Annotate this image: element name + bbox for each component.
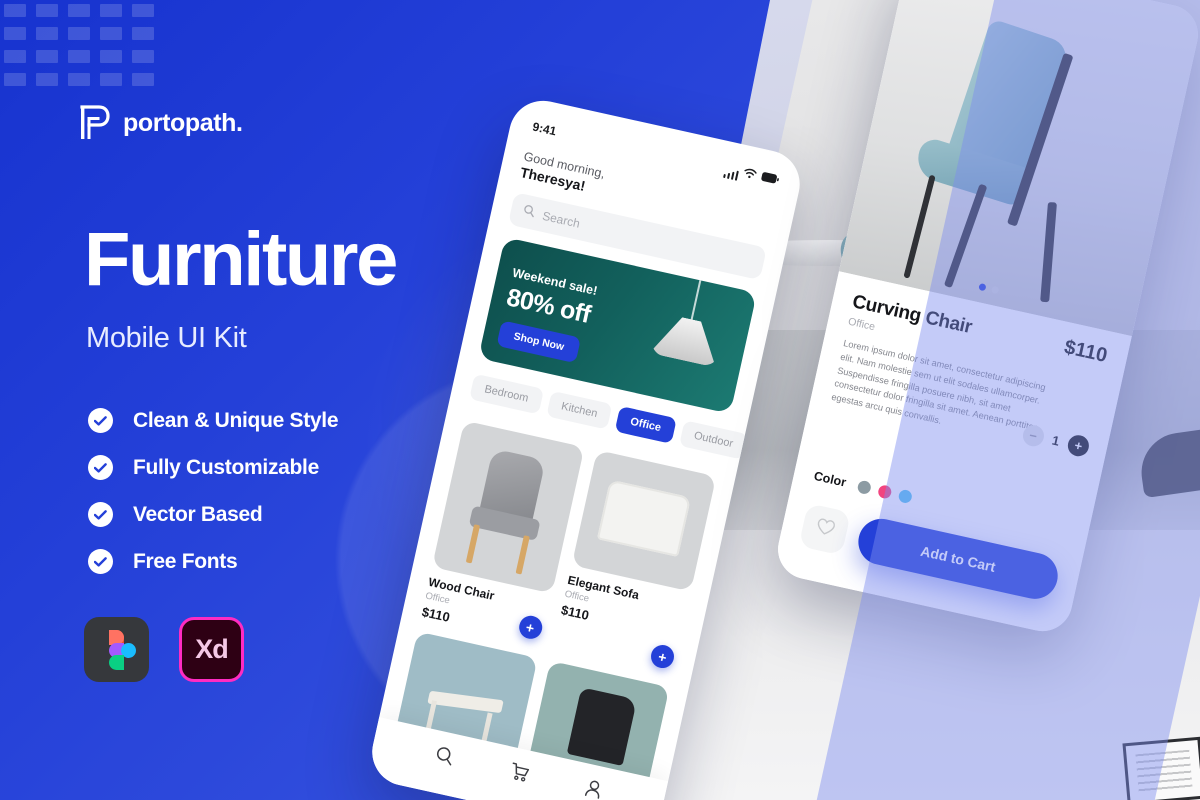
product-card[interactable]: Wood Chair Office $110 + — [420, 420, 584, 646]
category-chip-bedroom[interactable]: Bedroom — [469, 373, 544, 415]
brand-logo: portopath. — [78, 104, 243, 142]
black-chair-illustration — [566, 687, 637, 767]
color-swatch-blue[interactable] — [897, 488, 913, 504]
nav-cart-icon[interactable] — [506, 761, 531, 789]
check-circle-icon — [88, 455, 113, 480]
adobe-xd-badge: Xd — [179, 617, 244, 682]
list-item: Free Fonts — [88, 549, 338, 574]
product-image — [571, 449, 717, 592]
shop-now-button[interactable]: Shop Now — [496, 320, 582, 364]
detail-price: $110 — [1062, 336, 1110, 367]
figma-shape — [109, 655, 124, 670]
product-image — [431, 420, 584, 594]
portopath-p-mark — [78, 104, 110, 142]
category-chip-office[interactable]: Office — [614, 406, 677, 444]
battery-icon — [759, 168, 780, 189]
detail-chair-leg — [903, 174, 936, 279]
brand-name: portopath. — [123, 108, 243, 137]
list-item: Clean & Unique Style — [88, 408, 339, 433]
add-to-cart-button[interactable]: Add to Cart — [853, 514, 1063, 604]
figma-badge — [84, 617, 149, 682]
detail-chair-leg — [943, 183, 988, 289]
lamp-shade — [649, 312, 724, 368]
color-label: Color — [812, 468, 848, 490]
category-chip-kitchen[interactable]: Kitchen — [545, 390, 613, 430]
photo-frame-lines — [1135, 749, 1193, 793]
quantity-stepper[interactable]: − 1 + — [1020, 423, 1091, 459]
quantity-value: 1 — [1050, 432, 1061, 449]
carousel-dot-active[interactable] — [978, 283, 987, 292]
heart-icon — [813, 517, 836, 543]
product-card[interactable]: Elegant Sofa Office $110 + — [553, 449, 717, 675]
list-item: Vector Based — [88, 502, 338, 527]
feature-label: Vector Based — [133, 502, 263, 526]
carousel-dot[interactable] — [990, 285, 1000, 295]
wifi-icon — [742, 164, 759, 184]
feature-label: Free Fonts — [133, 549, 238, 573]
list-item: Fully Customizable — [88, 455, 338, 480]
search-icon — [521, 202, 537, 222]
quantity-increase-button[interactable]: + — [1065, 433, 1091, 459]
sofa-illustration — [596, 479, 692, 558]
nav-search-icon[interactable] — [432, 744, 456, 772]
greeting: Good morning, Theresya! — [519, 149, 606, 197]
check-circle-icon — [88, 502, 113, 527]
app-badges: Xd — [84, 617, 244, 682]
quantity-decrease-button[interactable]: − — [1020, 423, 1046, 449]
check-circle-icon — [88, 408, 113, 433]
feature-label: Fully Customizable — [133, 455, 319, 479]
status-time: 9:41 — [531, 119, 558, 139]
lamp-illustration — [640, 267, 742, 375]
page-subtitle: Mobile UI Kit — [86, 322, 247, 354]
add-to-cart-button[interactable]: + — [648, 642, 677, 671]
color-swatch-gray[interactable] — [856, 479, 872, 495]
category-chip-outdoor[interactable]: Outdoor — [678, 420, 749, 460]
decorative-dot-grid — [0, 0, 160, 92]
feature-label: Clean & Unique Style — [133, 408, 339, 432]
stool-illustration-top — [426, 690, 503, 713]
signal-icon — [723, 168, 739, 181]
chair-illustration-leg — [465, 524, 481, 564]
photo-picture-frame — [1122, 736, 1200, 800]
check-circle-icon — [88, 549, 113, 574]
detail-chair-leg — [1040, 201, 1057, 303]
lamp-cord — [690, 276, 702, 322]
favorite-button[interactable] — [798, 503, 852, 556]
search-placeholder: Search — [541, 208, 582, 231]
color-selector: Color — [813, 469, 913, 504]
feature-list: Clean & Unique Style Fully Customizable … — [88, 408, 339, 574]
chair-illustration-leg — [515, 535, 531, 575]
nav-profile-icon[interactable] — [581, 777, 604, 800]
page-title: Furniture — [84, 217, 398, 302]
color-swatch-pink[interactable] — [876, 483, 893, 500]
color-swatches — [856, 479, 913, 504]
image-carousel-dots[interactable] — [978, 283, 1000, 295]
